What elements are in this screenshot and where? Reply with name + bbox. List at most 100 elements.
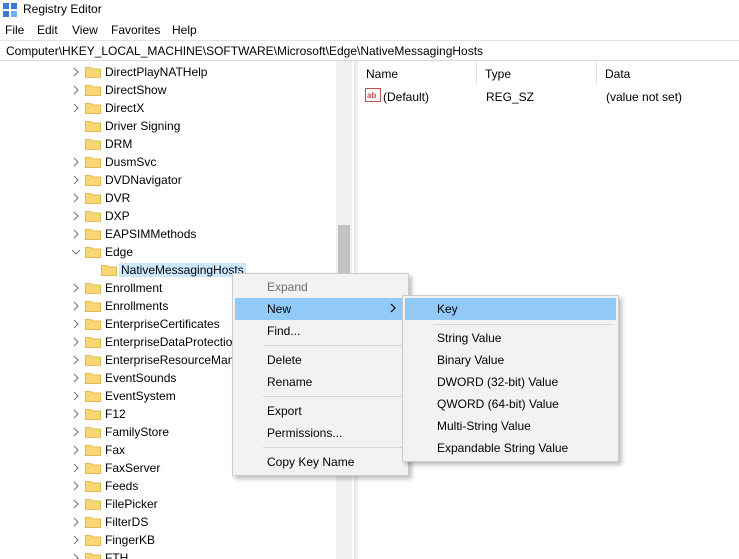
- address-path[interactable]: Computer\HKEY_LOCAL_MACHINE\SOFTWARE\Mic…: [6, 44, 483, 58]
- tree-item-dusmsvc[interactable]: DusmSvc: [0, 153, 352, 171]
- menu-bar: File Edit View Favorites Help: [0, 20, 739, 40]
- folder-icon: [85, 319, 101, 330]
- tree-item-label: DusmSvc: [105, 155, 157, 169]
- menu-separator: [263, 396, 404, 397]
- chevron-right-icon[interactable]: [71, 210, 81, 222]
- tree-item-dvr[interactable]: DVR: [0, 189, 352, 207]
- chevron-right-icon[interactable]: [71, 318, 81, 330]
- chevron-right-icon[interactable]: [71, 426, 81, 438]
- tree-item-label: FTH: [105, 551, 129, 559]
- menu-favorites[interactable]: Favorites: [111, 23, 160, 37]
- folder-icon: [85, 337, 101, 348]
- tree-item-label: EventSystem: [105, 389, 176, 403]
- chevron-right-icon[interactable]: [71, 498, 81, 510]
- chevron-right-icon[interactable]: [71, 174, 81, 186]
- tree-item-dvdnavigator[interactable]: DVDNavigator: [0, 171, 352, 189]
- tree-item-label: EventSounds: [105, 371, 177, 385]
- tree-item-edge[interactable]: Edge: [0, 243, 352, 261]
- tree-item-eapsimmethods[interactable]: EAPSIMMethods: [0, 225, 352, 243]
- folder-icon: [85, 157, 101, 168]
- chevron-right-icon[interactable]: [71, 336, 81, 348]
- menu-separator: [433, 324, 614, 325]
- tree-item-filterds[interactable]: FilterDS: [0, 513, 352, 531]
- chevron-right-icon[interactable]: [71, 354, 81, 366]
- chevron-right-icon[interactable]: [71, 102, 81, 114]
- folder-icon: [85, 85, 101, 96]
- tree-item-directx[interactable]: DirectX: [0, 99, 352, 117]
- tree-item-label: Enrollment: [105, 281, 163, 295]
- folder-icon: [85, 355, 101, 366]
- chevron-right-icon[interactable]: [71, 516, 81, 528]
- chevron-right-icon[interactable]: [71, 462, 81, 474]
- menu-item-label: String Value: [437, 331, 502, 345]
- column-header-name[interactable]: Name: [358, 61, 476, 85]
- menu-item-delete[interactable]: Delete: [235, 349, 406, 371]
- tree-item-label: NativeMessagingHosts: [119, 263, 246, 277]
- chevron-right-icon[interactable]: [71, 300, 81, 312]
- menu-item-label: Rename: [267, 375, 313, 389]
- chevron-right-icon[interactable]: [71, 408, 81, 420]
- column-header-data[interactable]: Data: [597, 61, 737, 85]
- chevron-right-icon[interactable]: [71, 156, 81, 168]
- column-header-type[interactable]: Type: [477, 61, 596, 85]
- tree-item-label: FaxServer: [105, 461, 161, 475]
- submenu-item-expandable-string-value[interactable]: Expandable String Value: [405, 437, 616, 459]
- chevron-right-icon[interactable]: [71, 444, 81, 456]
- folder-icon: [85, 139, 101, 150]
- menu-file[interactable]: File: [5, 23, 24, 37]
- tree-item-drm[interactable]: DRM: [0, 135, 352, 153]
- menu-view[interactable]: View: [72, 23, 98, 37]
- chevron-down-icon[interactable]: [71, 246, 81, 258]
- tree-item-fth[interactable]: FTH: [0, 549, 352, 559]
- chevron-right-icon[interactable]: [71, 372, 81, 384]
- folder-icon: [85, 247, 101, 258]
- submenu-item-multi-string-value[interactable]: Multi-String Value: [405, 415, 616, 437]
- menu-item-find[interactable]: Find...: [235, 320, 406, 342]
- tree-item-label: DVDNavigator: [105, 173, 182, 187]
- menu-item-new[interactable]: New: [235, 298, 406, 320]
- menu-item-rename[interactable]: Rename: [235, 371, 406, 393]
- menu-item-label: Permissions...: [267, 426, 343, 440]
- folder-icon: [85, 499, 101, 510]
- chevron-right-icon[interactable]: [71, 66, 81, 78]
- chevron-right-icon[interactable]: [71, 390, 81, 402]
- chevron-right-icon[interactable]: [71, 480, 81, 492]
- submenu-item-dword-value[interactable]: DWORD (32-bit) Value: [405, 371, 616, 393]
- tree-item-fingerkb[interactable]: FingerKB: [0, 531, 352, 549]
- tree-item-label: DirectShow: [105, 83, 167, 97]
- tree-item-directshow[interactable]: DirectShow: [0, 81, 352, 99]
- tree-item-dxp[interactable]: DXP: [0, 207, 352, 225]
- menu-item-label: Expandable String Value: [437, 441, 569, 455]
- submenu-item-key[interactable]: Key: [405, 298, 616, 320]
- menu-item-label: DWORD (32-bit) Value: [437, 375, 559, 389]
- tree-item-feeds[interactable]: Feeds: [0, 477, 352, 495]
- chevron-right-icon[interactable]: [71, 552, 81, 559]
- menu-item-export[interactable]: Export: [235, 400, 406, 422]
- menu-help[interactable]: Help: [172, 23, 197, 37]
- tree-item-label: Enrollments: [105, 299, 169, 313]
- submenu-item-string-value[interactable]: String Value: [405, 327, 616, 349]
- tree-item-driver-signing[interactable]: Driver Signing: [0, 117, 352, 135]
- tree-item-filepicker[interactable]: FilePicker: [0, 495, 352, 513]
- folder-icon: [85, 409, 101, 420]
- menu-item-copy-key-name[interactable]: Copy Key Name: [235, 451, 406, 473]
- chevron-right-icon[interactable]: [71, 228, 81, 240]
- tree-item-label: FamilyStore: [105, 425, 170, 439]
- menu-item-label: Key: [437, 302, 458, 316]
- menu-separator: [263, 345, 404, 346]
- folder-icon: [85, 301, 101, 312]
- menu-item-expand[interactable]: Expand: [235, 276, 406, 298]
- address-bar[interactable]: Computer\HKEY_LOCAL_MACHINE\SOFTWARE\Mic…: [0, 40, 739, 61]
- chevron-right-icon[interactable]: [71, 192, 81, 204]
- submenu-item-binary-value[interactable]: Binary Value: [405, 349, 616, 371]
- folder-icon: [85, 67, 101, 78]
- submenu-item-qword-value[interactable]: QWORD (64-bit) Value: [405, 393, 616, 415]
- chevron-right-icon[interactable]: [71, 84, 81, 96]
- tree-item-label: Fax: [105, 443, 126, 457]
- value-row-default[interactable]: ab (Default) REG_SZ (value not set): [358, 87, 739, 107]
- chevron-right-icon[interactable]: [71, 282, 81, 294]
- menu-edit[interactable]: Edit: [37, 23, 58, 37]
- tree-item-directplaynathelp[interactable]: DirectPlayNATHelp: [0, 63, 352, 81]
- chevron-right-icon[interactable]: [71, 534, 81, 546]
- menu-item-permissions[interactable]: Permissions...: [235, 422, 406, 444]
